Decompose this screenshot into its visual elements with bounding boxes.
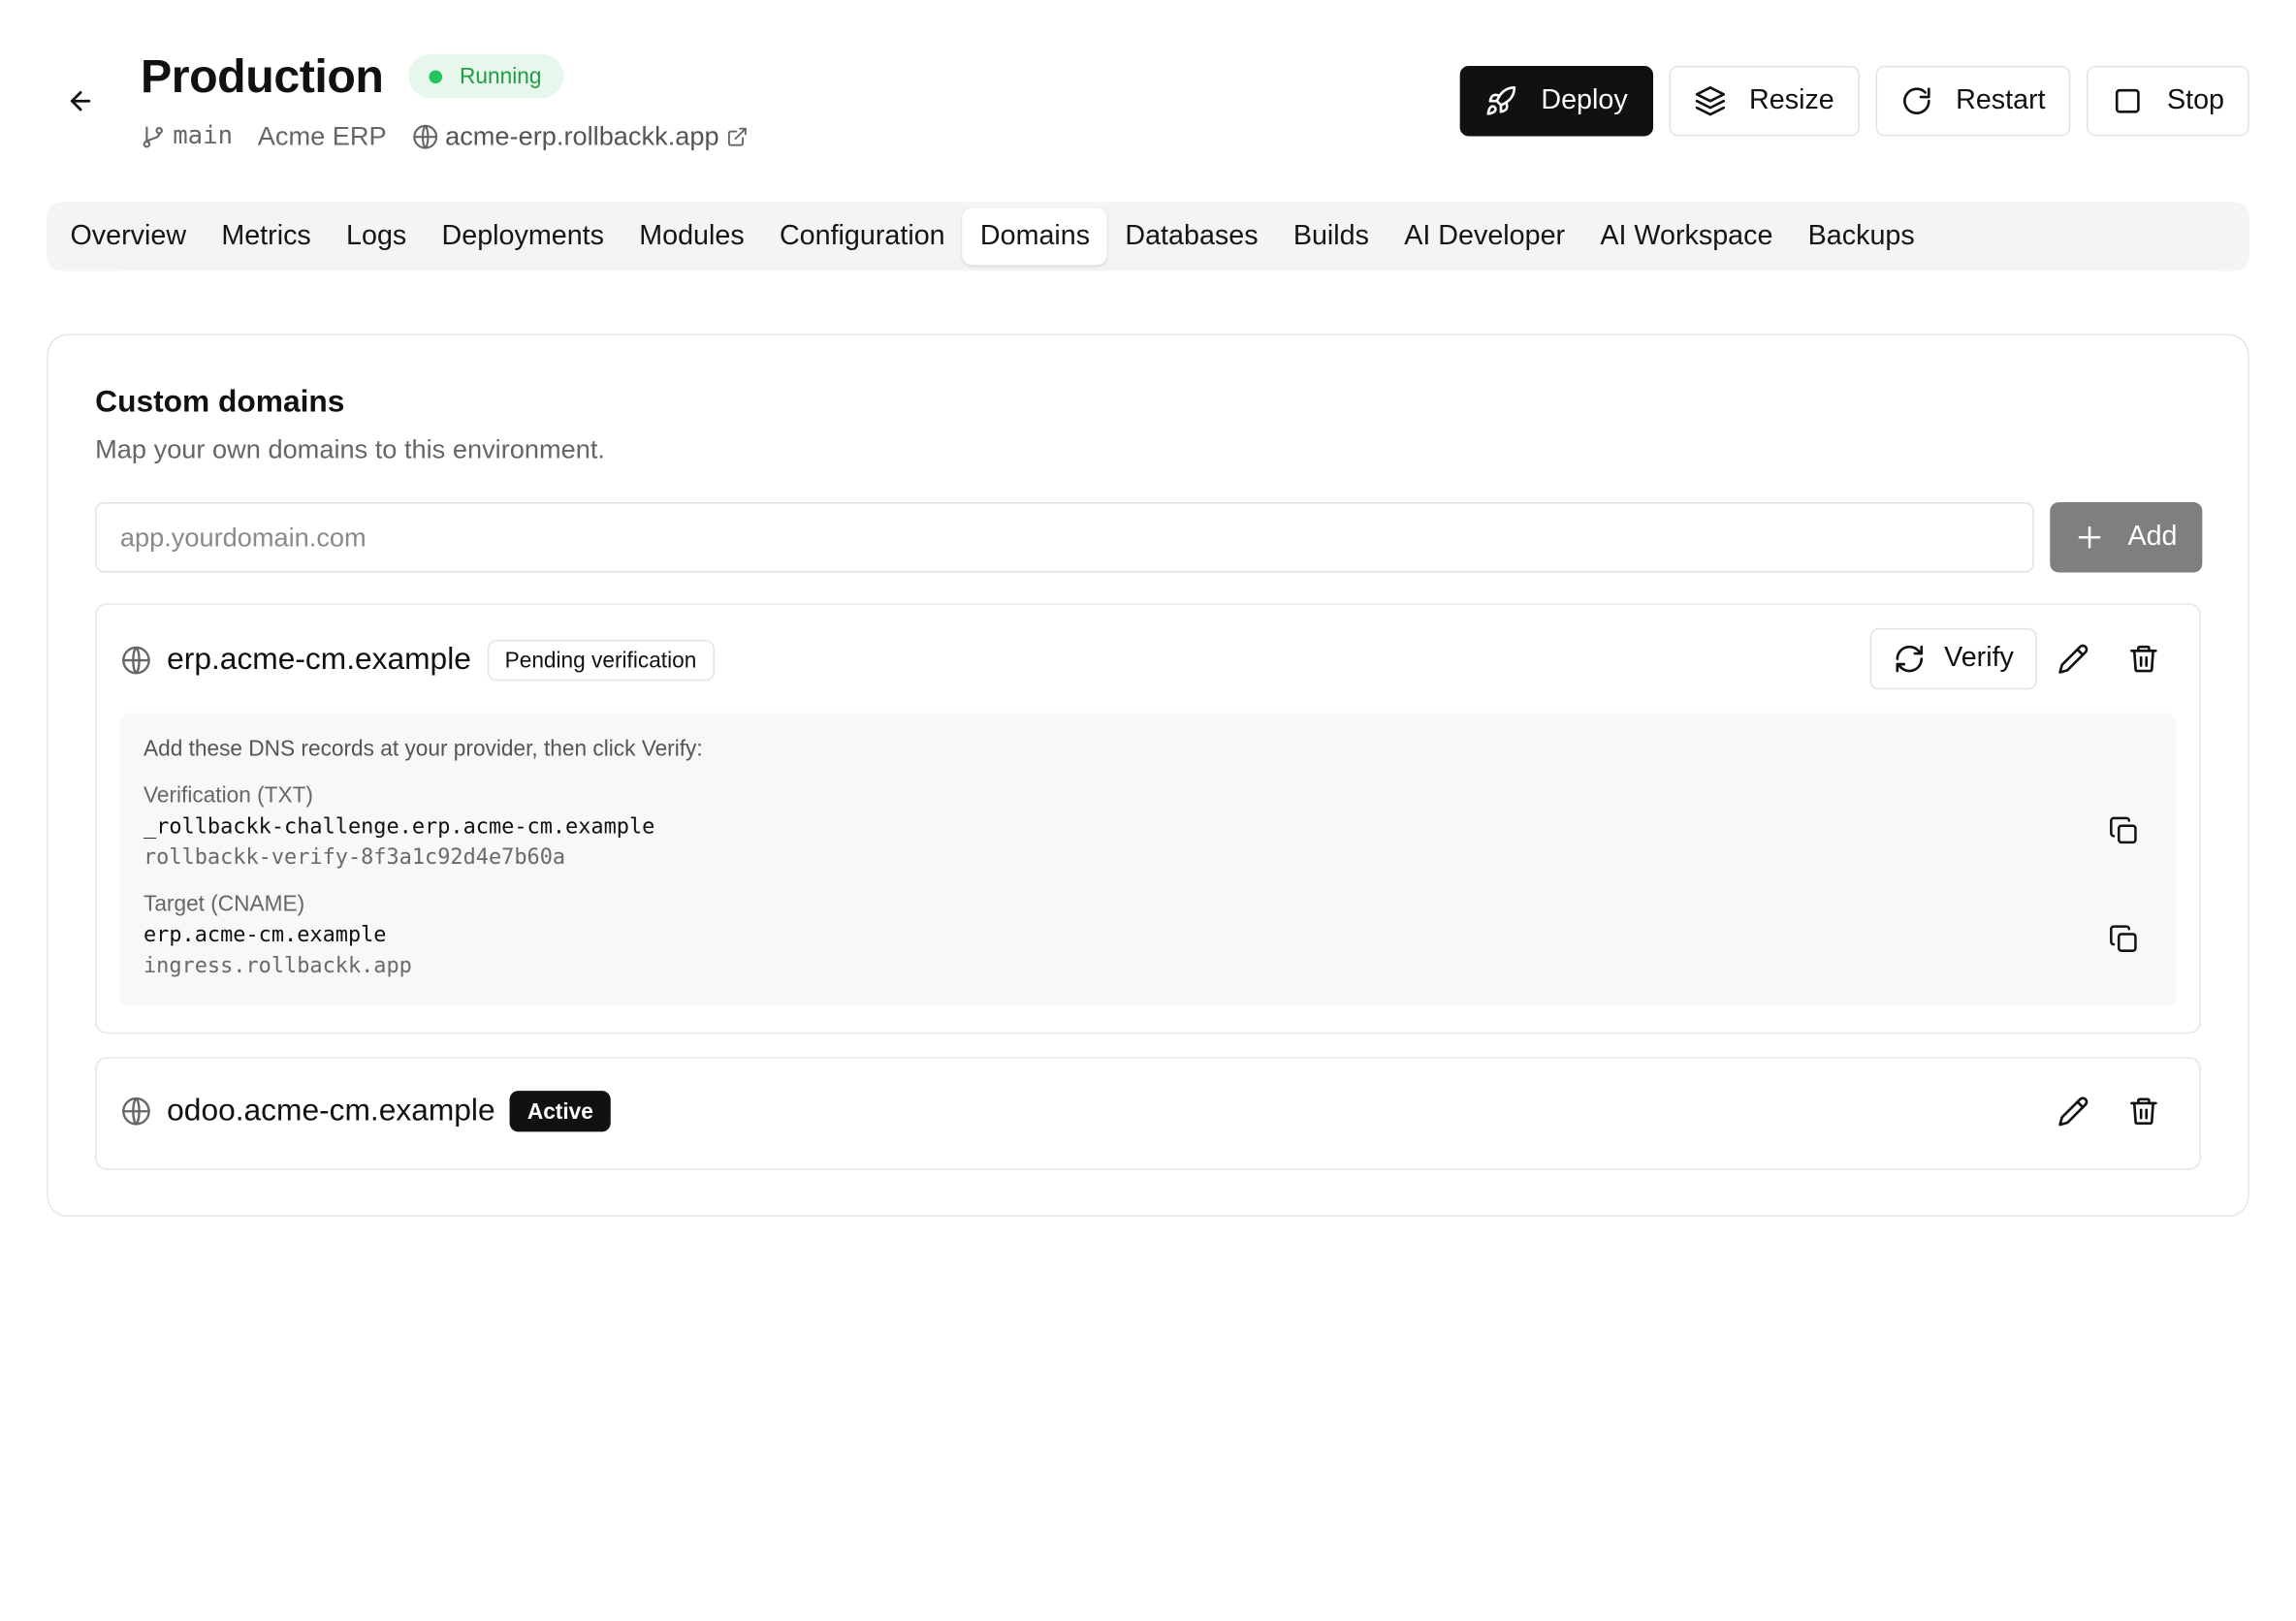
tab-backups[interactable]: Backups bbox=[1791, 207, 1932, 265]
copy-button[interactable] bbox=[2100, 915, 2147, 962]
record-label: Verification (TXT) bbox=[143, 782, 313, 809]
pencil-icon bbox=[2058, 1097, 2089, 1127]
pencil-icon bbox=[2058, 644, 2089, 674]
external-link-icon bbox=[728, 127, 747, 145]
resize-label: Resize bbox=[1749, 84, 1834, 116]
domain-header: odoo.acme-cm.example Active bbox=[120, 1088, 611, 1134]
tab-overview[interactable]: Overview bbox=[52, 207, 204, 265]
globe-icon bbox=[122, 1097, 150, 1126]
trash-icon bbox=[2130, 1097, 2157, 1126]
stop-label: Stop bbox=[2166, 84, 2224, 116]
edit-button[interactable] bbox=[2049, 1087, 2098, 1136]
tab-logs[interactable]: Logs bbox=[329, 207, 424, 265]
trash-icon bbox=[2130, 645, 2157, 673]
edit-button[interactable] bbox=[2049, 634, 2098, 683]
rocket-icon bbox=[1487, 86, 1516, 115]
git-branch-icon bbox=[143, 125, 163, 147]
arrow-left-icon bbox=[70, 91, 91, 111]
tab-databases[interactable]: Databases bbox=[1107, 207, 1275, 265]
delete-button[interactable] bbox=[2119, 634, 2168, 683]
branch-info: main bbox=[141, 121, 234, 151]
status-badge: Pending verification bbox=[487, 639, 715, 682]
title-row: Production Running bbox=[140, 44, 564, 108]
deploy-button[interactable]: Deploy bbox=[1460, 65, 1653, 137]
stop-button[interactable]: Stop bbox=[2086, 65, 2249, 137]
record-name: erp.acme-cm.example bbox=[143, 923, 387, 948]
tab-ai-developer[interactable]: AI Developer bbox=[1387, 207, 1582, 265]
layers-icon bbox=[1695, 86, 1725, 116]
verify-button[interactable]: Verify bbox=[1869, 627, 2037, 690]
record-value: rollbackk-verify-8f3a1c92d4e7b60a bbox=[143, 845, 566, 871]
domain-name: odoo.acme-cm.example bbox=[167, 1094, 495, 1128]
square-icon bbox=[2115, 88, 2140, 113]
back-button[interactable] bbox=[58, 79, 102, 123]
page-title: Production bbox=[140, 48, 384, 102]
rotate-cw-icon bbox=[1902, 87, 1930, 114]
copy-icon bbox=[2109, 815, 2136, 843]
record-label: Target (CNAME) bbox=[143, 891, 305, 917]
project-name: Acme ERP bbox=[257, 120, 387, 150]
environment-url-link[interactable]: acme-erp.rollbackk.app bbox=[411, 121, 748, 152]
dns-records-panel: Add these DNS records at your provider, … bbox=[119, 713, 2177, 1006]
tab-modules[interactable]: Modules bbox=[622, 207, 762, 265]
domain-item: odoo.acme-cm.example Active bbox=[95, 1057, 2201, 1170]
verify-label: Verify bbox=[1944, 642, 2014, 674]
environment-url: acme-erp.rollbackk.app bbox=[445, 120, 719, 150]
plus-icon bbox=[2078, 525, 2101, 549]
tab-builds[interactable]: Builds bbox=[1276, 207, 1387, 265]
tab-ai-workspace[interactable]: AI Workspace bbox=[1582, 207, 1790, 265]
status-dot bbox=[429, 69, 442, 83]
add-label: Add bbox=[2127, 521, 2178, 553]
environment-actions: Deploy Resize Restart Stop bbox=[1460, 65, 2249, 137]
status-label: Running bbox=[460, 63, 542, 89]
deploy-label: Deploy bbox=[1541, 84, 1628, 116]
card-description: Map your own domains to this environment… bbox=[95, 434, 605, 464]
domain-header: erp.acme-cm.example Pending verification bbox=[120, 637, 715, 683]
tab-deployments[interactable]: Deployments bbox=[424, 207, 622, 265]
record-value: ingress.rollbackk.app bbox=[143, 954, 412, 978]
domain-input[interactable] bbox=[95, 501, 2034, 573]
record-name: _rollbackk-challenge.erp.acme-cm.example bbox=[143, 815, 655, 840]
domain-item: erp.acme-cm.example Pending verification… bbox=[95, 603, 2201, 1034]
add-domain-button[interactable]: Add bbox=[2050, 501, 2203, 573]
domain-name: erp.acme-cm.example bbox=[167, 642, 471, 677]
tab-domains[interactable]: Domains bbox=[962, 207, 1108, 266]
dns-instructions: Add these DNS records at your provider, … bbox=[143, 736, 703, 762]
globe-icon bbox=[122, 646, 150, 675]
environment-page: Production Running main Acme ERP acme-er… bbox=[0, 0, 2296, 1615]
restart-button[interactable]: Restart bbox=[1875, 65, 2071, 137]
card-title: Custom domains bbox=[95, 385, 345, 419]
environment-meta: main Acme ERP acme-erp.rollbackk.app bbox=[141, 117, 749, 155]
globe-icon bbox=[413, 124, 438, 148]
custom-domains-card: Custom domains Map your own domains to t… bbox=[47, 334, 2249, 1217]
branch-name: main bbox=[173, 121, 234, 151]
status-badge: Active bbox=[509, 1091, 611, 1132]
copy-icon bbox=[2109, 924, 2136, 952]
tab-metrics[interactable]: Metrics bbox=[204, 207, 329, 265]
tab-configuration[interactable]: Configuration bbox=[762, 207, 963, 265]
delete-button[interactable] bbox=[2119, 1087, 2168, 1136]
resize-button[interactable]: Resize bbox=[1668, 65, 1860, 137]
copy-button[interactable] bbox=[2100, 807, 2147, 853]
restart-label: Restart bbox=[1956, 84, 2046, 116]
environment-tabs: Overview Metrics Logs Deployments Module… bbox=[47, 202, 2249, 271]
refresh-icon bbox=[1896, 645, 1923, 673]
status-badge: Running bbox=[408, 53, 564, 99]
